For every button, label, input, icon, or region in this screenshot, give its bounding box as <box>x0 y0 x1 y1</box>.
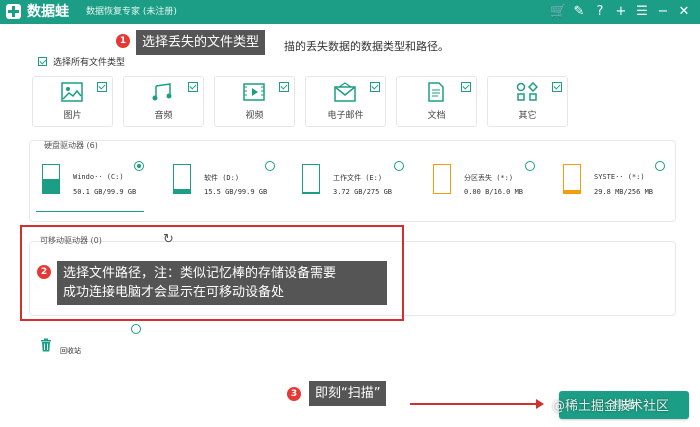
file-type-label: 音频 <box>154 111 173 121</box>
drive-icon <box>433 164 451 194</box>
document-icon <box>428 82 444 102</box>
select-all-file-types[interactable]: 选择所有文件类型 <box>38 55 125 68</box>
audio-icon <box>152 83 172 101</box>
instruction-text: 描的丢失数据的数据类型和路径。 <box>284 40 449 53</box>
email-icon <box>334 82 356 102</box>
hard-drive-panel: 硬盘驱动器 (6) Windo·· (C:) 50.1 GB/99.9 GB 软… <box>29 140 676 222</box>
annotation-badge-2: 2 <box>37 265 51 279</box>
file-type-checkbox[interactable] <box>97 82 107 92</box>
annotation-badge-3: 3 <box>287 387 301 401</box>
image-icon <box>61 82 83 102</box>
file-type-checkbox[interactable] <box>461 82 471 92</box>
drive-radio[interactable] <box>525 161 535 171</box>
annotation-callout-2-line1: 选择文件路径，注：类似记忆棒的存储设备需要 <box>63 266 337 281</box>
drive-radio[interactable] <box>134 161 144 171</box>
drive-radio[interactable] <box>394 161 404 171</box>
recycle-bin-label[interactable]: 回收站 <box>60 346 81 356</box>
annotation-callout-2: 选择文件路径，注：类似记忆棒的存储设备需要 成功连接电脑才会显示在可移动设备处 <box>57 261 387 305</box>
file-type-checkbox[interactable] <box>188 82 198 92</box>
annotation-badge-1: 1 <box>116 34 130 48</box>
app-subtitle: 数据恢复专家 (未注册) <box>86 7 177 17</box>
file-type-checkbox[interactable] <box>552 82 562 92</box>
menu-icon[interactable]: ☰ <box>634 3 650 21</box>
drive-icon <box>302 164 320 194</box>
drive-size: 29.8 MB/256 MB <box>594 188 654 196</box>
drive-item-e[interactable]: 工作文件 (E:) 3.72 GB/275 GB <box>296 161 404 211</box>
file-type-label: 其它 <box>518 111 537 121</box>
drive-name: 分区丢失 (*:) <box>464 174 514 182</box>
file-type-label: 电子邮件 <box>327 111 364 121</box>
drive-item-c[interactable]: Windo·· (C:) 50.1 GB/99.9 GB <box>36 161 144 212</box>
drive-radio[interactable] <box>655 161 665 171</box>
location-radio[interactable] <box>131 324 141 334</box>
video-icon <box>243 83 265 101</box>
other-icon <box>516 82 538 101</box>
file-type-document[interactable]: 文档 <box>396 76 477 127</box>
annotation-callout-1: 选择丢失的文件类型 <box>136 30 266 55</box>
minimize-icon[interactable]: − <box>655 3 671 21</box>
window-controls: 🛒 ✎ ? + ☰ − ✕ <box>550 3 692 21</box>
help-icon[interactable]: ? <box>592 3 608 21</box>
drive-name: Windo·· (C:) <box>73 173 124 181</box>
file-type-video[interactable]: 视频 <box>214 76 295 127</box>
file-type-label: 文档 <box>427 111 446 121</box>
file-type-label: 图片 <box>63 111 82 121</box>
file-type-image[interactable]: 图片 <box>32 76 113 127</box>
select-all-label: 选择所有文件类型 <box>53 58 126 68</box>
drive-size: 50.1 GB/99.9 GB <box>73 188 137 196</box>
watermark: @稀土掘金技术社区 <box>552 399 670 414</box>
drive-radio[interactable] <box>265 161 275 171</box>
drive-item-d[interactable]: 软件 (D:) 15.5 GB/99.9 GB <box>167 161 275 211</box>
add-icon[interactable]: + <box>613 3 629 21</box>
file-type-checkbox[interactable] <box>370 82 380 92</box>
feedback-icon[interactable]: ✎ <box>571 3 587 21</box>
annotation-callout-3: 即刻“扫描” <box>309 381 387 406</box>
drive-icon <box>563 164 581 194</box>
drive-name: SYSTE·· (*:) <box>594 173 645 181</box>
file-type-label: 视频 <box>245 111 264 121</box>
close-icon[interactable]: ✕ <box>676 3 692 21</box>
hard-drive-title: 硬盘驱动器 (6) <box>44 141 98 150</box>
select-all-checkbox[interactable] <box>38 57 47 66</box>
file-type-other[interactable]: 其它 <box>487 76 568 127</box>
annotation-arrow <box>410 399 544 409</box>
app-logo-icon <box>6 4 21 19</box>
title-bar: 数据蛙 数据恢复专家 (未注册) 🛒 ✎ ? + ☰ − ✕ <box>0 0 700 24</box>
drive-name: 工作文件 (E:) <box>333 174 383 182</box>
drive-size: 3.72 GB/275 GB <box>333 188 393 196</box>
file-type-list: 图片 音频 视频 电子邮件 文档 其它 <box>32 76 568 127</box>
file-type-email[interactable]: 电子邮件 <box>305 76 386 127</box>
cart-icon[interactable]: 🛒 <box>550 3 566 21</box>
drive-item-lost-partition[interactable]: 分区丢失 (*:) 0.00 B/16.0 MB <box>427 161 535 211</box>
drive-item-system[interactable]: SYSTE·· (*:) 29.8 MB/256 MB <box>557 161 665 211</box>
file-type-audio[interactable]: 音频 <box>123 76 204 127</box>
annotation-callout-2-line2: 成功连接电脑才会显示在可移动设备处 <box>63 285 285 300</box>
drive-name: 软件 (D:) <box>204 174 240 182</box>
trash-icon[interactable] <box>40 338 52 352</box>
app-name: 数据蛙 <box>27 4 69 20</box>
drive-size: 15.5 GB/99.9 GB <box>204 188 268 196</box>
drive-icon <box>173 164 191 194</box>
drive-size: 0.00 B/16.0 MB <box>464 188 524 196</box>
drive-icon <box>42 164 60 194</box>
file-type-checkbox[interactable] <box>279 82 289 92</box>
